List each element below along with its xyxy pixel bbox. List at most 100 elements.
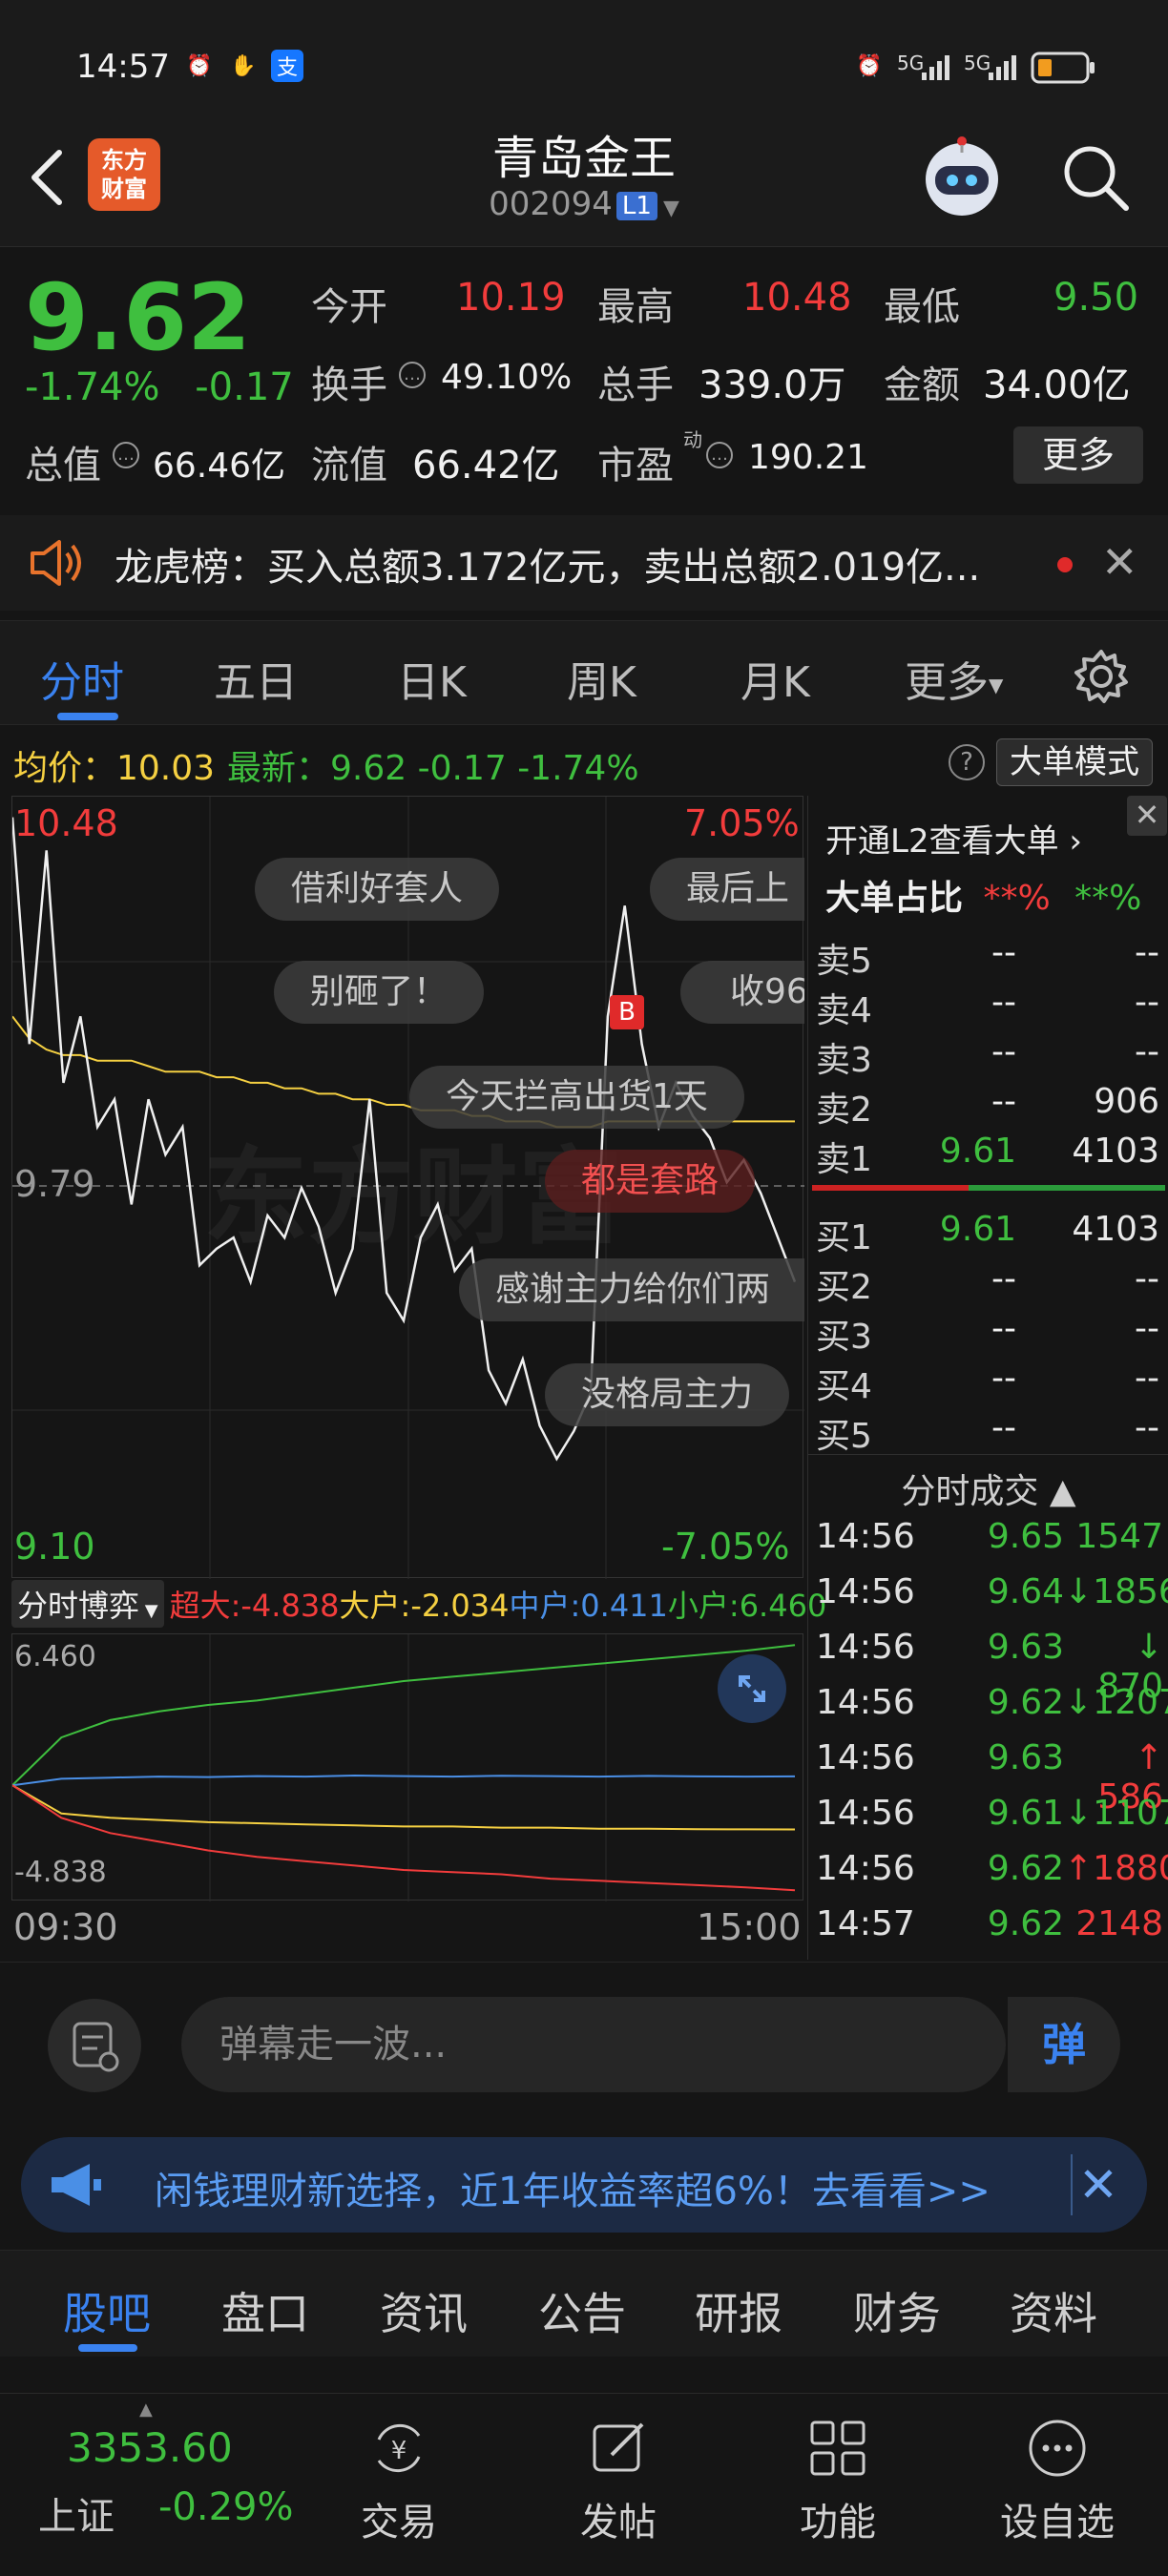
danmu-bubble[interactable]: 今天拦高出货1天 [409, 1066, 744, 1129]
intraday-chart[interactable]: 东方财富 10.48 7.05% 9.79 9.10 -7.05% 借利好套人 … [11, 796, 804, 1579]
big-ratio-label: 大单占比 [825, 879, 964, 918]
gear-icon[interactable] [1071, 646, 1132, 707]
tab-weekly-k[interactable]: 周K [567, 648, 636, 709]
tick-time: 14:56 [816, 1849, 915, 1888]
ad-banner[interactable]: 闲钱理财新选择，近1年收益率超6%！去看看>> ✕ [21, 2137, 1147, 2233]
bid-row[interactable]: 买2 -- -- [816, 1254, 1165, 1307]
ask-label: 卖5 [816, 942, 872, 981]
ask-price: -- [991, 933, 1016, 972]
ask-row[interactable]: 卖4 -- -- [816, 977, 1165, 1030]
nav-trade[interactable]: ¥ 交易 [323, 2415, 475, 2567]
nav-add-watchlist[interactable]: 设自选 [981, 2415, 1134, 2567]
high-value: 10.48 [742, 276, 852, 320]
tick-time: 14:56 [816, 1628, 915, 1667]
network-label-1: 5G [897, 52, 925, 74]
flow-y-top: 6.460 [14, 1640, 96, 1673]
bid-label: 买1 [816, 1218, 872, 1257]
tab-profile[interactable]: 资料 [1010, 2279, 1097, 2342]
bid-row[interactable]: 买4 -- -- [816, 1353, 1165, 1406]
tab-news[interactable]: 资讯 [380, 2279, 468, 2342]
big-order-mode-button[interactable]: 大单模式 [996, 738, 1153, 786]
change-percent: -1.74% [25, 365, 160, 409]
index-value[interactable]: 3353.60 [67, 2424, 233, 2471]
index-name[interactable]: 上证 [38, 2485, 115, 2541]
tick-volume: ↓1207 [1064, 1683, 1168, 1722]
help-icon[interactable]: ? [949, 744, 985, 780]
tick-volume: ↓1856 [1064, 1572, 1168, 1611]
change-amount: -0.17 [195, 365, 294, 409]
danmu-bubble[interactable]: 感谢主力给你们两 [459, 1258, 804, 1321]
clock-icon: ⏰ [856, 53, 883, 78]
info-icon[interactable]: … [399, 362, 426, 388]
svg-text:¥: ¥ [391, 2437, 407, 2465]
tab-more[interactable]: 更多▼ [905, 648, 1003, 709]
l2-upgrade-link[interactable]: 开通L2查看大单 › [825, 815, 1082, 862]
turnover-value: 49.10% [441, 358, 573, 397]
tab-intraday[interactable]: 分时 [40, 648, 124, 709]
more-button[interactable]: 更多 [1013, 426, 1143, 484]
flow-type-select[interactable]: 分时博弈 ▼ [11, 1580, 164, 1628]
low-label: 最低 [884, 285, 960, 329]
search-icon[interactable] [1059, 141, 1132, 214]
nav-add-watchlist-label: 设自选 [1000, 2501, 1115, 2545]
danmu-bubble-highlight[interactable]: 都是套路 [545, 1150, 756, 1213]
ask-row[interactable]: 卖2 -- 906 [816, 1076, 1165, 1130]
time-axis-start: 09:30 [13, 1906, 118, 1948]
tick-time: 14:56 [816, 1794, 915, 1833]
y-axis-top: 10.48 [14, 802, 118, 844]
alipay-icon: 支 [271, 50, 303, 82]
danmu-bubble[interactable]: 借利好套人 [255, 858, 500, 921]
capital-flow-svg [11, 1634, 796, 1901]
close-icon[interactable]: ✕ [1071, 2154, 1124, 2215]
low-value: 9.50 [1053, 276, 1139, 320]
index-change[interactable]: -0.29% [158, 2485, 294, 2529]
buy-marker[interactable]: B [610, 995, 644, 1029]
info-icon[interactable]: … [706, 442, 733, 468]
tick-trades-title[interactable]: 分时成交 ▲ [808, 1464, 1168, 1513]
ask-volume: -- [1135, 1032, 1159, 1071]
dragon-tiger-notice[interactable]: 龙虎榜：买入总额3.172亿元，卖出总额2.019亿... ✕ [0, 515, 1168, 611]
nav-post[interactable]: 发帖 [542, 2415, 695, 2567]
danmu-bubble[interactable]: 别砸了！ [274, 961, 485, 1024]
tab-orderbook[interactable]: 盘口 [221, 2279, 309, 2342]
tick-time: 14:56 [816, 1738, 915, 1777]
capital-flow-chart[interactable]: 6.460 -4.838 [11, 1633, 803, 1901]
bid-row[interactable]: 买1 9.61 4103 [816, 1204, 1165, 1257]
volume-value: 339.0万 [699, 364, 846, 407]
danmu-bubble[interactable]: 最后上 [650, 858, 804, 921]
expand-icon[interactable] [718, 1654, 786, 1723]
tab-monthly-k[interactable]: 月K [740, 648, 810, 709]
alarm-icon: ⏰ [186, 53, 213, 78]
trade-icon: ¥ [377, 2423, 421, 2473]
tab-financials[interactable]: 财务 [853, 2279, 941, 2342]
danmu-send-button[interactable]: 弹 [1006, 1997, 1120, 2092]
ask-row[interactable]: 卖3 -- -- [816, 1027, 1165, 1080]
info-tabs: 股吧 盘口 资讯 公告 研报 财务 资料 [0, 2250, 1168, 2357]
tick-row: 14:57 9.62 2148 [816, 1901, 1165, 1956]
nav-post-label: 发帖 [580, 2501, 657, 2545]
tick-price: 9.61 [987, 1794, 1064, 1833]
danmu-bubble[interactable]: 收96 [680, 961, 804, 1024]
ask-row[interactable]: 卖1 9.61 4103 [816, 1126, 1165, 1179]
danmu-input[interactable]: 弹幕走一波... [181, 1997, 1006, 2092]
tab-announcements[interactable]: 公告 [538, 2279, 626, 2342]
ask-label: 卖2 [816, 1091, 872, 1130]
tab-research[interactable]: 研报 [695, 2279, 782, 2342]
close-icon[interactable]: ✕ [1101, 538, 1139, 586]
capital-flow-legend: 分时博弈 ▼ 超大:-4.838大户:-2.034中户:0.411小户:6.460 [11, 1580, 826, 1631]
info-icon[interactable]: … [113, 442, 139, 468]
bid-row[interactable]: 买3 -- -- [816, 1303, 1165, 1357]
nav-functions[interactable]: 功能 [761, 2415, 914, 2567]
danmu-bubble[interactable]: 没格局主力 [545, 1363, 790, 1426]
tab-forum[interactable]: 股吧 [63, 2279, 151, 2342]
unread-dot [1057, 557, 1073, 572]
robot-assistant-icon[interactable] [918, 134, 1006, 221]
latest-price: 最新：9.62 -0.17 -1.74% [227, 749, 639, 788]
danmu-settings-icon[interactable] [48, 1999, 141, 2092]
bid-row[interactable]: 买5 -- -- [816, 1402, 1165, 1456]
tab-five-day[interactable]: 五日 [214, 648, 298, 709]
chart-tabs: 分时 五日 日K 周K 月K 更多▼ [0, 620, 1168, 725]
ask-row[interactable]: 卖5 -- -- [816, 927, 1165, 981]
tab-daily-k[interactable]: 日K [397, 648, 467, 709]
close-icon[interactable]: ✕ [1127, 796, 1167, 836]
